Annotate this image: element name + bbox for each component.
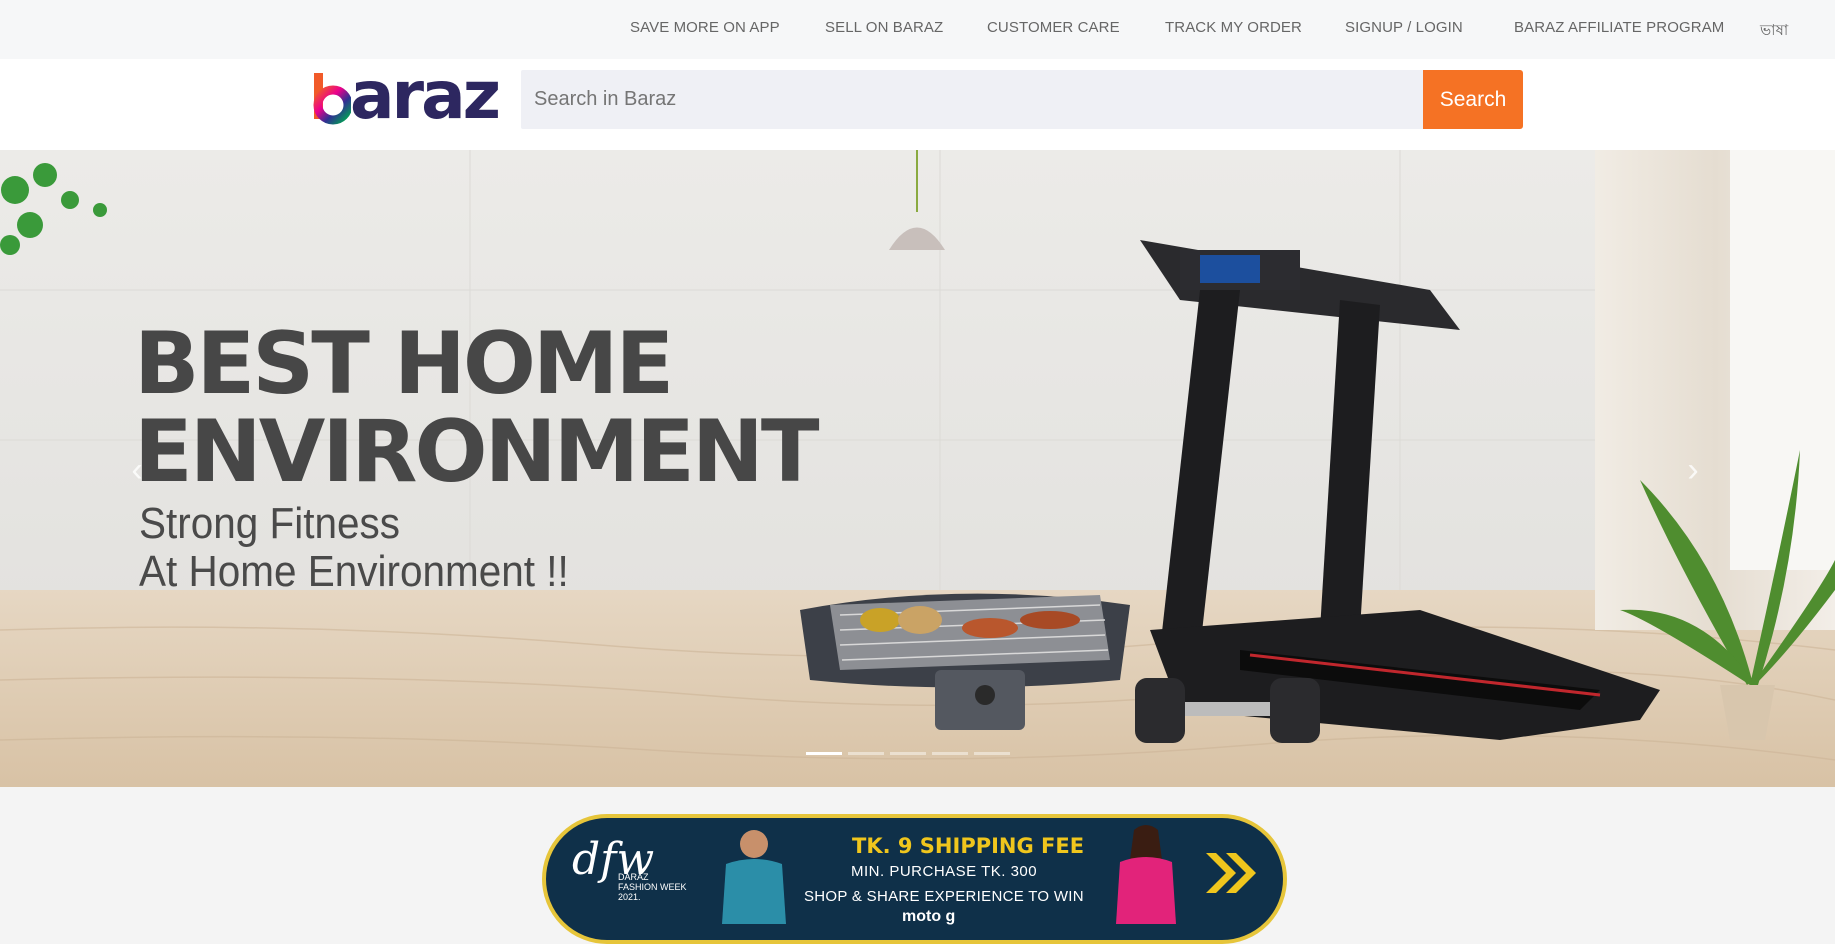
dfw-subtitle: DARAZ FASHION WEEK 2021. — [618, 872, 687, 902]
dfw-sub-line1: DARAZ — [618, 872, 649, 882]
double-chevron-right-icon — [1206, 853, 1256, 893]
female-model-image — [1116, 825, 1176, 924]
promo-min-purchase: MIN. PURCHASE TK. 300 — [851, 863, 1038, 880]
site-header: baraz araz Search — [0, 59, 1835, 150]
language-link[interactable]: ভাষা — [1760, 19, 1788, 44]
signup-login-link[interactable]: SIGNUP / LOGIN — [1345, 19, 1463, 36]
chevron-right-icon[interactable]: › — [1678, 450, 1708, 490]
hero-title-line2: ENVIRONMENT — [134, 402, 820, 502]
hero-subtitle-line2: At Home Environment !! — [139, 547, 569, 596]
promo-banner[interactable]: dfw DARAZ FASHION WEEK 2021. TK. 9 SHIPP… — [542, 814, 1287, 944]
dfw-sub-line3: 2021. — [618, 892, 641, 902]
carousel-indicators — [806, 752, 1010, 755]
hero-banner[interactable]: BEST HOME ENVIRONMENT Strong Fitness At … — [0, 150, 1835, 787]
logo-text-visible: araz — [350, 57, 501, 134]
promo-headline: TK. 9 SHIPPING FEE — [852, 834, 1085, 858]
male-model-image — [722, 830, 786, 924]
customer-care-link[interactable]: CUSTOMER CARE — [987, 19, 1120, 36]
hero-subtitle: Strong Fitness At Home Environment !! — [139, 500, 569, 596]
carousel-dot[interactable] — [806, 752, 842, 755]
search-button[interactable]: Search — [1423, 70, 1523, 129]
promo-moto-brand: moto g — [902, 908, 956, 925]
carousel-dot[interactable] — [974, 752, 1010, 755]
carousel-dot[interactable] — [932, 752, 968, 755]
affiliate-program-link[interactable]: BARAZ AFFILIATE PROGRAM — [1514, 19, 1724, 36]
chevron-left-icon[interactable]: ‹ — [122, 450, 152, 490]
track-my-order-link[interactable]: TRACK MY ORDER — [1165, 19, 1302, 36]
top-utility-bar: SAVE MORE ON APP SELL ON BARAZ CUSTOMER … — [0, 0, 1835, 59]
hero-title: BEST HOME ENVIRONMENT — [134, 314, 820, 502]
carousel-dot[interactable] — [890, 752, 926, 755]
hero-title-line1: BEST HOME — [134, 314, 674, 414]
carousel-dot[interactable] — [848, 752, 884, 755]
sell-on-baraz-link[interactable]: SELL ON BARAZ — [825, 19, 943, 36]
hero-subtitle-line1: Strong Fitness — [139, 499, 400, 548]
save-more-on-app-link[interactable]: SAVE MORE ON APP — [630, 19, 780, 36]
promo-share-text: SHOP & SHARE EXPERIENCE TO WIN — [804, 888, 1084, 905]
search-input[interactable] — [521, 70, 1424, 129]
dfw-sub-line2: FASHION WEEK — [618, 882, 687, 892]
